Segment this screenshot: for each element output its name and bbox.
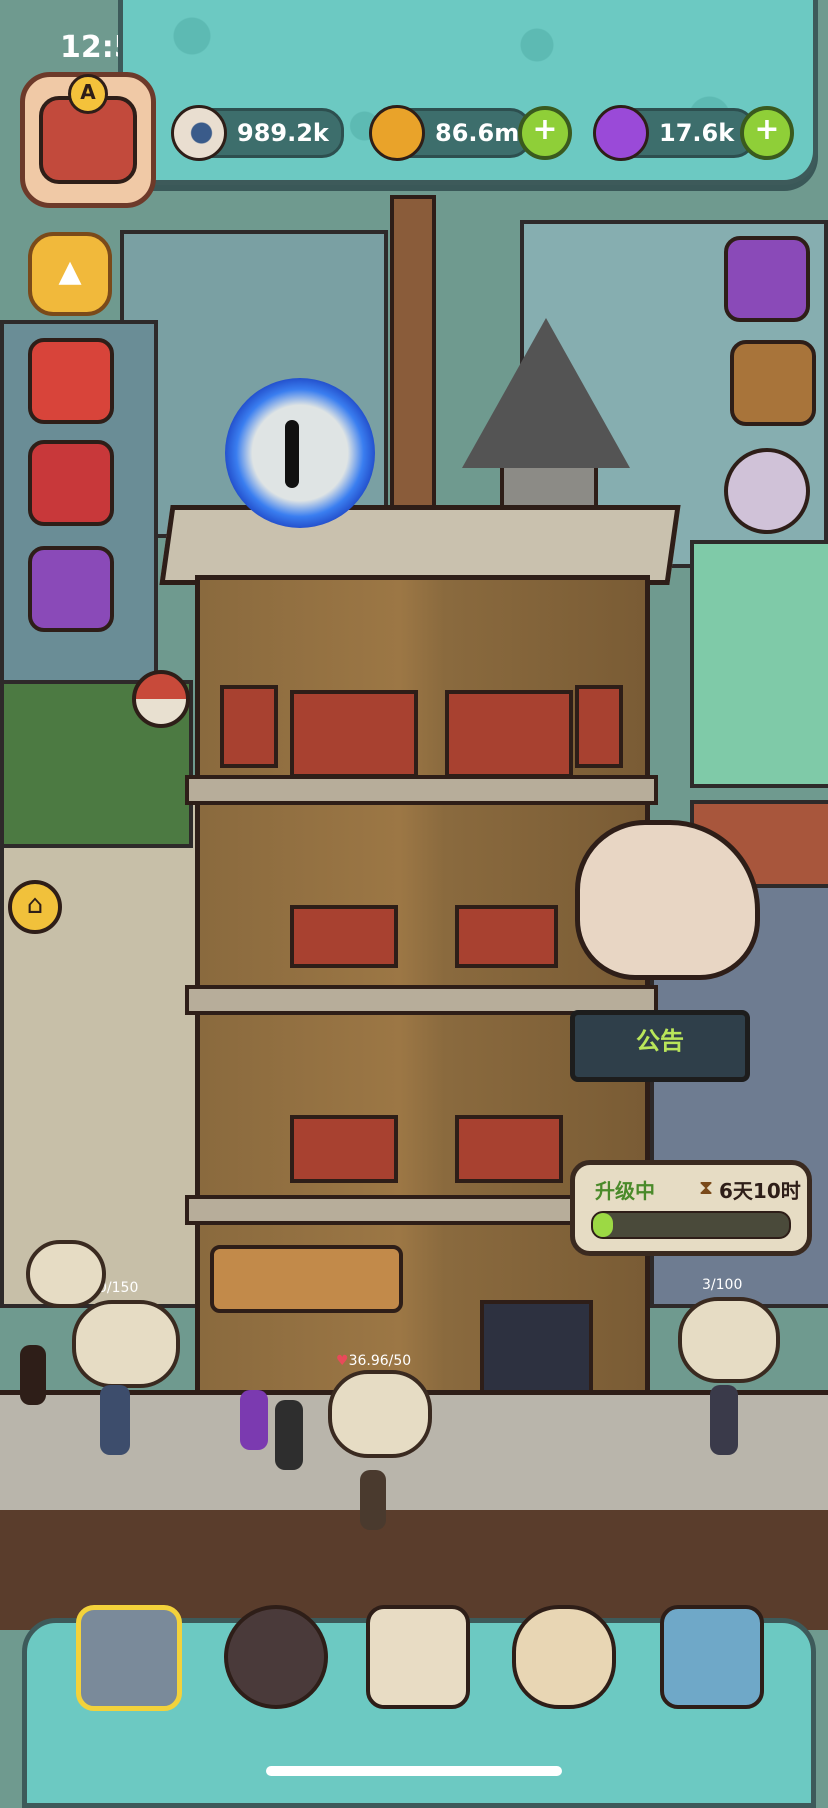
add-gold-button[interactable]: + — [518, 106, 572, 160]
backpack-icon[interactable] — [730, 340, 816, 426]
tower-window — [290, 690, 418, 778]
rank-badge: A — [68, 74, 108, 114]
heart-icon: ♥ — [336, 1353, 349, 1369]
npc-character[interactable] — [360, 1470, 386, 1530]
monster-nav-icon[interactable] — [224, 1605, 328, 1709]
eyeball-resource[interactable]: 989.2k — [171, 105, 344, 161]
npc-character[interactable] — [100, 1385, 130, 1455]
eyeball-icon — [171, 105, 227, 161]
upgrade-status-bubble[interactable]: 升级中 ⧗ 6天10时 — [570, 1160, 812, 1256]
money-bag-nav-icon[interactable] — [512, 1605, 616, 1709]
gift-box-icon[interactable] — [28, 338, 114, 424]
gold-value: 86.6m — [435, 119, 520, 147]
home-indicator — [266, 1766, 562, 1776]
upgrade-progress-fill — [593, 1213, 613, 1237]
monsters-icon[interactable] — [724, 448, 810, 534]
strawberry-gift-icon[interactable] — [28, 440, 114, 526]
pokeball-icon[interactable] — [132, 670, 190, 728]
notice-board[interactable]: 公告 — [570, 1010, 750, 1082]
potion-value: 17.6k — [659, 119, 735, 147]
shop-sign — [210, 1245, 403, 1313]
menu-grid-nav-icon[interactable] — [660, 1605, 764, 1709]
npc-character[interactable] — [710, 1385, 738, 1455]
tower-window — [445, 690, 573, 778]
background-building — [690, 540, 828, 788]
cards-icon[interactable] — [28, 546, 114, 632]
player-avatar[interactable]: A — [20, 72, 156, 208]
right-counter-label: 3/100 — [702, 1277, 743, 1293]
potion-resource[interactable]: 17.6k — [593, 105, 756, 161]
production-bubble-rice[interactable] — [678, 1297, 780, 1383]
totem-pole — [390, 195, 436, 533]
hut-roof — [462, 318, 630, 468]
game-scene: 公告 升级中 ⧗ 6天10时 0/150 3/100 ♥36.96/50 — [0, 0, 828, 1792]
hourglass-icon: ⧗ — [699, 1175, 714, 1199]
upgrade-progress-bar — [591, 1211, 791, 1239]
eye-pupil — [285, 420, 299, 488]
avatar-face-icon: A — [39, 74, 137, 184]
floor-divider — [185, 775, 658, 805]
gold-coin-icon — [369, 105, 425, 161]
eyeball-value: 989.2k — [237, 119, 329, 147]
tv-video-icon[interactable] — [724, 236, 810, 322]
eye-portal[interactable] — [225, 378, 375, 528]
tower-window — [220, 685, 278, 768]
tower-window — [455, 905, 558, 968]
upgrade-timer: 6天10时 — [719, 1179, 801, 1203]
tower-window — [290, 1115, 398, 1183]
book-nav-icon[interactable] — [366, 1605, 470, 1709]
gold-resource[interactable]: 86.6m — [369, 105, 532, 161]
upgrade-status-label: 升级中 — [595, 1179, 655, 1203]
tower-window — [575, 685, 623, 768]
tower-roof — [159, 505, 681, 585]
background-building — [0, 780, 208, 1308]
home-button[interactable]: ⌂ — [8, 880, 62, 934]
collapse-up-button[interactable]: ▲ — [28, 232, 112, 316]
tower-window — [455, 1115, 563, 1183]
npc-character[interactable] — [240, 1390, 268, 1450]
npc-character[interactable] — [275, 1400, 303, 1470]
heart-counter-label: ♥36.96/50 — [336, 1353, 412, 1369]
potion-icon — [593, 105, 649, 161]
tower-nav-icon[interactable] — [76, 1605, 182, 1711]
add-potion-button[interactable]: + — [740, 106, 794, 160]
production-bubble-tray[interactable] — [328, 1370, 432, 1458]
npc-character[interactable] — [20, 1345, 46, 1405]
tower-window — [290, 905, 398, 968]
production-bubble-pizza[interactable] — [72, 1300, 180, 1388]
task-bubble[interactable] — [26, 1240, 106, 1308]
